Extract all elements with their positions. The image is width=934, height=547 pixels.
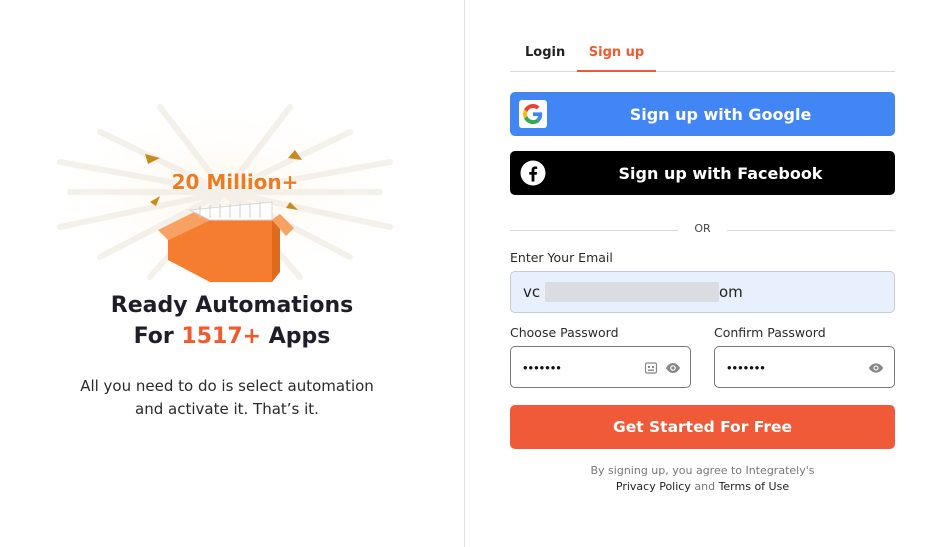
divider-line-right <box>727 230 895 231</box>
choose-password-value: ••••••• <box>523 359 562 375</box>
subtext-line-2: and activate it. That’s it. <box>135 400 319 418</box>
email-value-start: vc <box>523 283 541 301</box>
headline: Ready Automations For 1517+ Apps <box>0 290 464 352</box>
terms-of-use-link[interactable]: Terms of Use <box>719 480 790 493</box>
email-redaction <box>545 282 719 302</box>
headline-line-1: Ready Automations <box>110 293 354 318</box>
google-button-label: Sign up with Google <box>629 104 812 124</box>
or-divider: OR <box>510 222 895 238</box>
auth-tabs: Login Sign up <box>510 40 895 72</box>
keyboard-icon[interactable] <box>643 360 659 376</box>
choose-password-input[interactable]: ••••••• <box>510 346 691 388</box>
email-value-end: om <box>719 283 743 301</box>
promo-subtext: All you need to do is select automation … <box>0 375 454 421</box>
facebook-button-label: Sign up with Facebook <box>618 163 823 183</box>
email-label: Enter Your Email <box>510 250 613 265</box>
eye-icon[interactable] <box>665 360 681 376</box>
app-count: 1517+ <box>181 324 262 349</box>
million-badge: 20 Million+ <box>171 170 299 194</box>
headline-prefix: For <box>133 324 182 349</box>
terms-and: and <box>690 480 719 493</box>
subtext-line-1: All you need to do is select automation <box>80 377 374 395</box>
panel-divider <box>464 0 465 547</box>
get-started-button[interactable]: Get Started For Free <box>510 405 895 449</box>
confirm-password-label: Confirm Password <box>714 325 826 340</box>
confirm-password-value: ••••••• <box>727 359 766 375</box>
facebook-signup-button[interactable]: Sign up with Facebook <box>510 151 895 195</box>
tab-login[interactable]: Login <box>525 45 565 60</box>
headline-suffix: Apps <box>261 324 331 349</box>
headline-line-2: For 1517+ Apps <box>0 321 464 352</box>
terms-line-2: Privacy Policy and Terms of Use <box>510 479 895 495</box>
choose-password-label: Choose Password <box>510 325 619 340</box>
or-label: OR <box>694 222 711 235</box>
privacy-policy-link[interactable]: Privacy Policy <box>616 480 691 493</box>
signup-form-panel: Login Sign up Sign up with Google Sign u… <box>510 0 895 547</box>
box-illustration: 20 Million+ <box>40 92 410 292</box>
facebook-icon <box>519 159 547 187</box>
terms-line-1: By signing up, you agree to Integrately'… <box>590 464 815 477</box>
google-icon <box>519 100 547 128</box>
terms-text: By signing up, you agree to Integrately'… <box>510 463 895 495</box>
promo-panel: 20 Million+ Ready Automations For 1517+ … <box>0 0 464 547</box>
tab-signup[interactable]: Sign up <box>577 45 656 72</box>
confirm-password-input[interactable]: ••••••• <box>714 346 895 388</box>
eye-icon[interactable] <box>868 360 884 376</box>
google-signup-button[interactable]: Sign up with Google <box>510 92 895 136</box>
email-input[interactable]: vc om <box>510 271 895 313</box>
